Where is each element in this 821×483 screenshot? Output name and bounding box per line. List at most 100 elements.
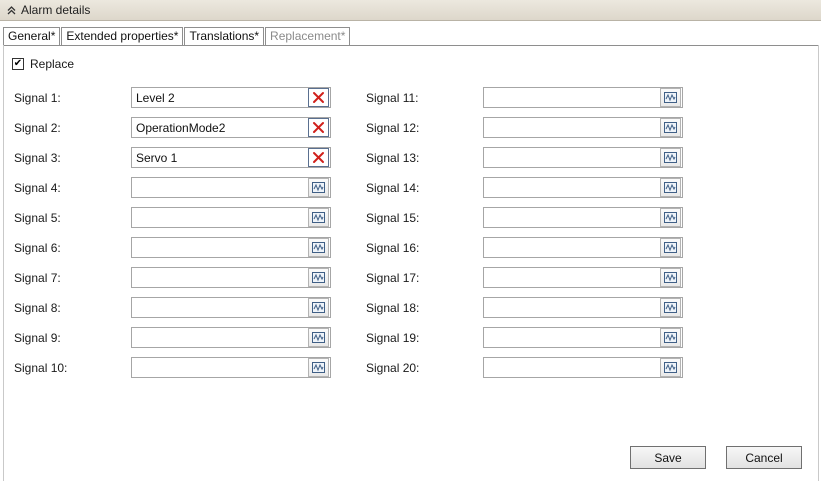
tab-translations[interactable]: Translations* <box>184 27 265 45</box>
replace-checkbox[interactable]: ✔ <box>12 58 24 70</box>
save-button[interactable]: Save <box>630 446 706 469</box>
signal-label: Signal 11: <box>366 91 419 105</box>
signal-browse-icon <box>312 362 325 373</box>
browse-signal-button[interactable] <box>660 298 681 317</box>
signal-input[interactable] <box>131 267 331 288</box>
browse-signal-button[interactable] <box>660 268 681 287</box>
clear-signal-button[interactable] <box>308 118 329 137</box>
browse-signal-button[interactable] <box>308 208 329 227</box>
alarm-details-header: Alarm details <box>0 0 821 21</box>
signal-input[interactable] <box>483 327 683 348</box>
browse-signal-button[interactable] <box>660 178 681 197</box>
panel-border <box>3 45 4 481</box>
tab-divider <box>3 45 819 46</box>
signal-input[interactable] <box>483 237 683 258</box>
browse-signal-button[interactable] <box>660 118 681 137</box>
signal-browse-icon <box>312 302 325 313</box>
signal-label: Signal 4: <box>14 181 61 195</box>
signal-browse-icon <box>664 152 677 163</box>
browse-signal-button[interactable] <box>660 238 681 257</box>
browse-signal-button[interactable] <box>308 238 329 257</box>
double-chevron-up-icon[interactable] <box>3 2 19 18</box>
signal-label: Signal 10: <box>14 361 68 375</box>
browse-signal-button[interactable] <box>308 358 329 377</box>
signal-label: Signal 17: <box>366 271 420 285</box>
signal-input[interactable] <box>483 177 683 198</box>
panel-border <box>818 45 819 481</box>
signal-input[interactable] <box>483 207 683 228</box>
browse-signal-button[interactable] <box>660 148 681 167</box>
clear-x-icon <box>312 91 325 104</box>
signal-label: Signal 5: <box>14 211 61 225</box>
signal-label: Signal 8: <box>14 301 61 315</box>
signal-label: Signal 3: <box>14 151 61 165</box>
alarm-details-window: Alarm details General* Extended properti… <box>0 0 821 483</box>
signal-browse-icon <box>664 182 677 193</box>
signal-browse-icon <box>312 242 325 253</box>
browse-signal-button[interactable] <box>308 268 329 287</box>
checkmark-icon: ✔ <box>13 58 23 69</box>
signal-input[interactable] <box>131 297 331 318</box>
replace-checkbox-row[interactable]: ✔ Replace <box>12 57 74 71</box>
signal-browse-icon <box>664 242 677 253</box>
clear-x-icon <box>312 151 325 164</box>
signal-label: Signal 18: <box>366 301 420 315</box>
tab-general[interactable]: General* <box>3 27 61 45</box>
signal-input[interactable] <box>483 147 683 168</box>
signal-input[interactable] <box>483 267 683 288</box>
signal-input[interactable] <box>131 207 331 228</box>
tab-replacement[interactable]: Replacement* <box>265 27 351 46</box>
signal-input[interactable] <box>483 117 683 138</box>
signal-input[interactable] <box>131 357 331 378</box>
signal-input[interactable] <box>483 87 683 108</box>
browse-signal-button[interactable] <box>660 358 681 377</box>
signal-input[interactable] <box>483 357 683 378</box>
signal-browse-icon <box>664 122 677 133</box>
signal-input[interactable]: Servo 1 <box>131 147 331 168</box>
signal-input[interactable]: Level 2 <box>131 87 331 108</box>
signal-input[interactable] <box>131 177 331 198</box>
clear-signal-button[interactable] <box>308 148 329 167</box>
signal-label: Signal 20: <box>366 361 420 375</box>
browse-signal-button[interactable] <box>660 208 681 227</box>
tab-extended-properties[interactable]: Extended properties* <box>61 27 184 45</box>
browse-signal-button[interactable] <box>308 328 329 347</box>
signal-label: Signal 9: <box>14 331 61 345</box>
browse-signal-button[interactable] <box>308 298 329 317</box>
cancel-button[interactable]: Cancel <box>726 446 802 469</box>
signal-value[interactable]: OperationMode2 <box>132 121 308 135</box>
signal-browse-icon <box>664 92 677 103</box>
signal-browse-icon <box>664 212 677 223</box>
clear-x-icon <box>312 121 325 134</box>
signal-browse-icon <box>664 332 677 343</box>
tab-strip: General* Extended properties* Translatio… <box>3 27 351 46</box>
signal-label: Signal 16: <box>366 241 420 255</box>
signal-browse-icon <box>664 362 677 373</box>
signal-value[interactable]: Servo 1 <box>132 151 308 165</box>
signal-browse-icon <box>312 272 325 283</box>
signal-label: Signal 12: <box>366 121 420 135</box>
signal-input[interactable] <box>483 297 683 318</box>
signal-input[interactable] <box>131 327 331 348</box>
signal-label: Signal 7: <box>14 271 61 285</box>
signal-browse-icon <box>664 302 677 313</box>
signal-label: Signal 13: <box>366 151 420 165</box>
signal-value[interactable]: Level 2 <box>132 91 308 105</box>
browse-signal-button[interactable] <box>660 88 681 107</box>
signal-label: Signal 14: <box>366 181 420 195</box>
panel-title: Alarm details <box>21 3 91 17</box>
signal-label: Signal 6: <box>14 241 61 255</box>
signal-browse-icon <box>312 332 325 343</box>
signal-input[interactable] <box>131 237 331 258</box>
signal-label: Signal 1: <box>14 91 61 105</box>
clear-signal-button[interactable] <box>308 88 329 107</box>
replace-label: Replace <box>30 57 75 71</box>
browse-signal-button[interactable] <box>660 328 681 347</box>
signal-browse-icon <box>664 272 677 283</box>
signal-label: Signal 15: <box>366 211 420 225</box>
signal-label: Signal 2: <box>14 121 61 135</box>
signal-browse-icon <box>312 212 325 223</box>
browse-signal-button[interactable] <box>308 178 329 197</box>
signal-browse-icon <box>312 182 325 193</box>
signal-input[interactable]: OperationMode2 <box>131 117 331 138</box>
